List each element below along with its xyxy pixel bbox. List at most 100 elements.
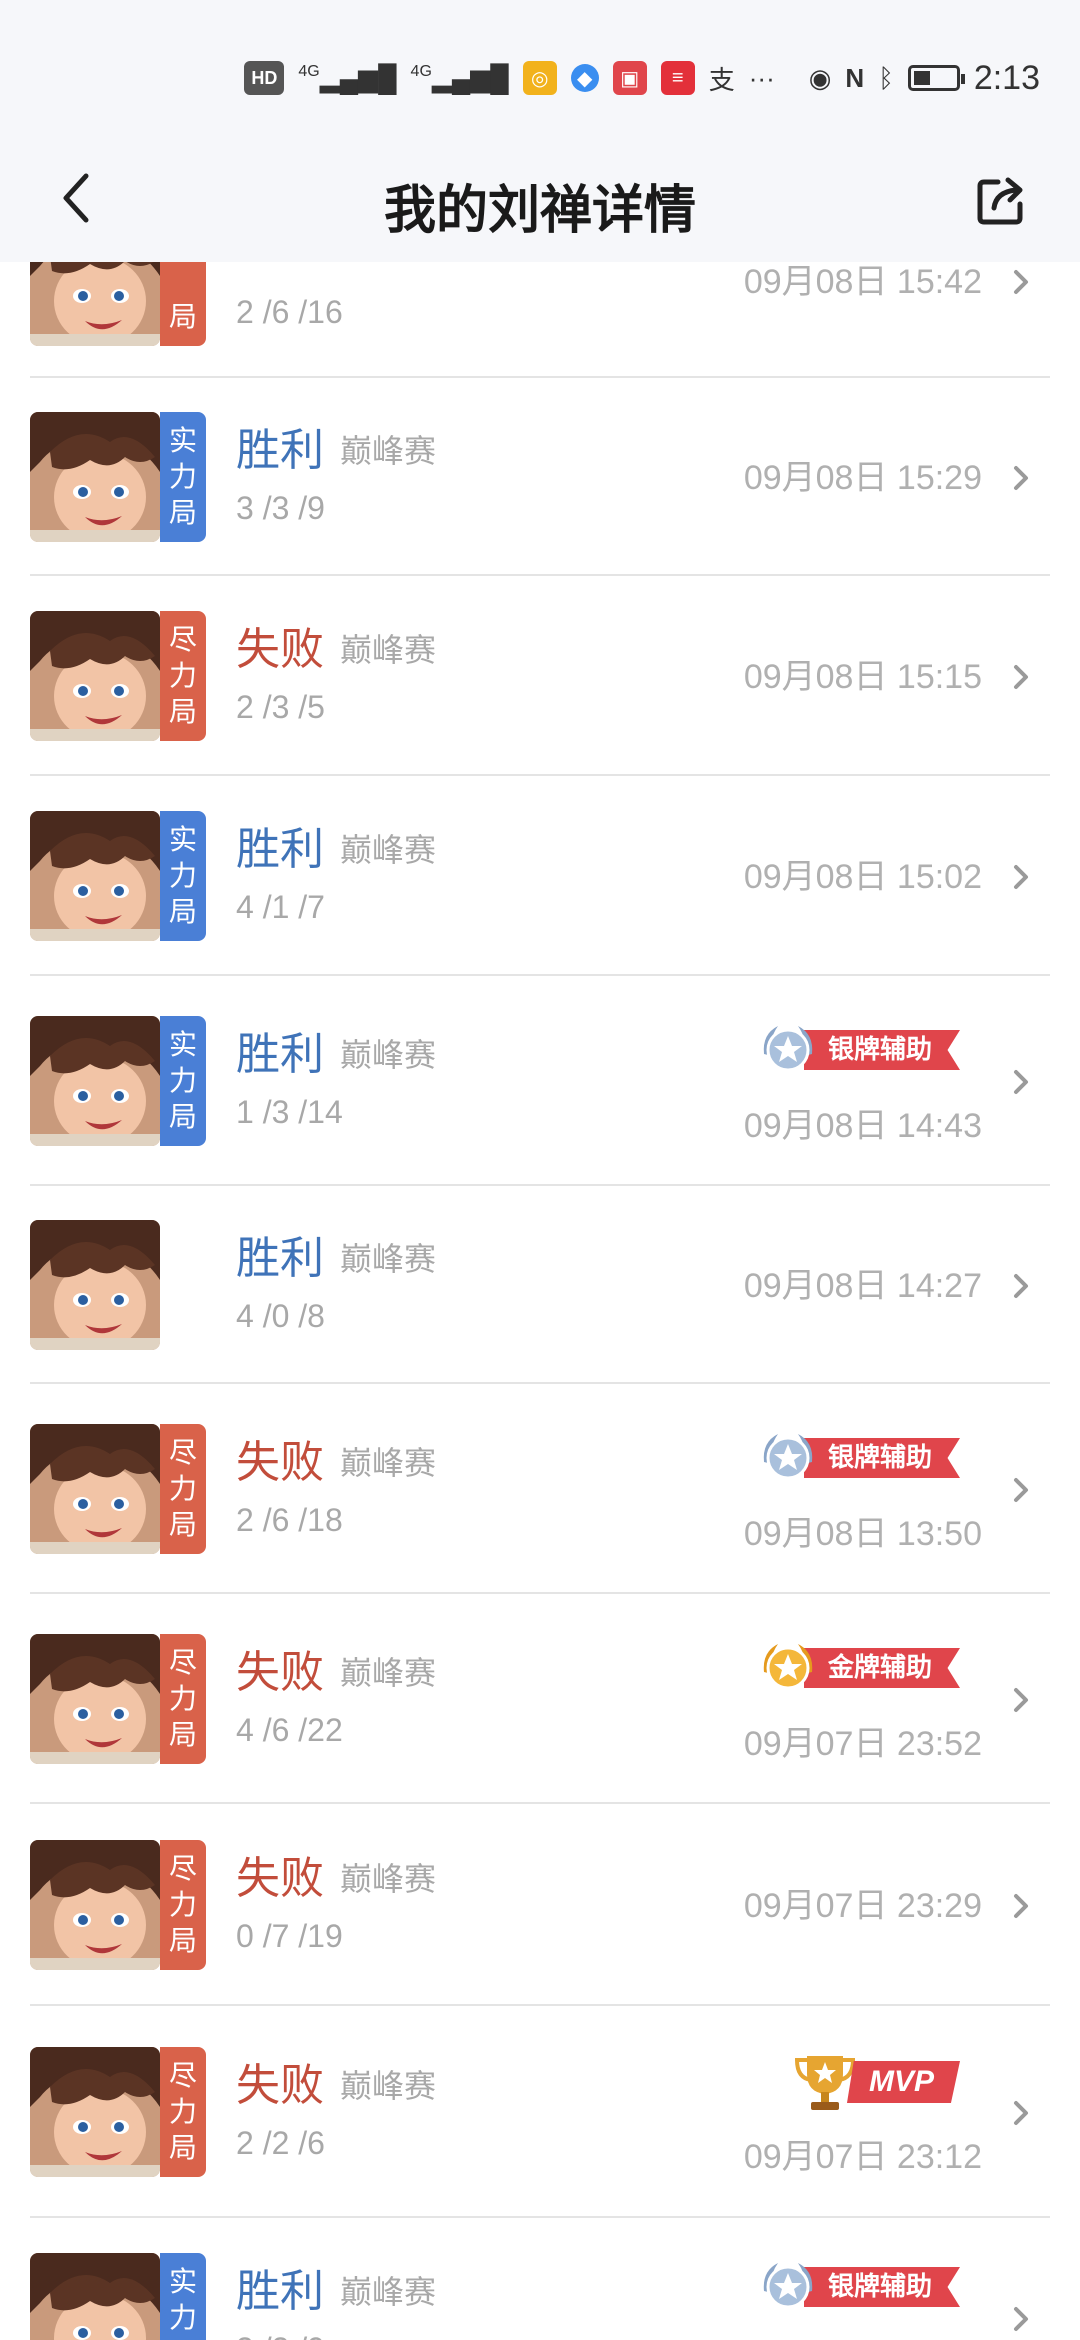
match-mode: 巅峰赛 [340, 2067, 437, 2105]
match-result: 失败 [236, 1437, 324, 1488]
match-kda: 3 /3 /9 [236, 2331, 325, 2340]
chevron-right-icon [1006, 2098, 1036, 2128]
status-time: 2:13 [973, 58, 1040, 97]
match-tag: 尽力局 [160, 2047, 206, 2177]
match-list-inner: 局2 /6 /16 09月08日 15:42 实力局胜利 巅峰赛 3 /3 /9 09月0… [0, 262, 1080, 2340]
match-tag: 尽力局 [160, 611, 206, 741]
match-result: 胜利 [236, 1029, 324, 1080]
medal-badge: 银牌辅助 [758, 2257, 960, 2317]
match-kda: 2 /2 /6 [236, 2125, 325, 2161]
medal-badge: 银牌辅助 [758, 1020, 960, 1080]
match-tag-char: 尽 [168, 2059, 197, 2092]
match-mode: 巅峰赛 [340, 1240, 437, 1278]
match-mode: 巅峰赛 [340, 1860, 437, 1898]
match-tag: 实力局 [160, 811, 206, 941]
trophy-icon [793, 2048, 857, 2116]
match-tag-char: 局 [168, 1100, 197, 1133]
hero-avatar [30, 811, 160, 941]
match-kda: 2 /3 /5 [236, 689, 325, 725]
match-datetime: 09月07日 23:12 [743, 2138, 982, 2176]
match-mode: 巅峰赛 [340, 1654, 437, 1692]
match-tag-char: 尽 [168, 1436, 197, 1469]
share-icon [977, 177, 1023, 225]
medal-label: 金牌辅助 [803, 1648, 960, 1688]
match-row[interactable]: 实力局胜利巅峰赛 3 /3 /9 09月07日 23:53 银牌辅助 [0, 2216, 1080, 2340]
match-tag-char: 实 [168, 424, 197, 457]
match-tag-char: 力 [168, 859, 197, 892]
match-mode: 巅峰赛 [340, 1444, 437, 1482]
chevron-right-icon [1006, 1891, 1036, 1921]
app-notification-icon-2: ◆ [570, 64, 599, 92]
match-kda: 4 /0 /8 [236, 1298, 325, 1334]
match-tag-char: 局 [168, 1718, 197, 1751]
silver-medal-icon [758, 1428, 818, 1488]
signal-4g-label-2: 4G [410, 62, 432, 80]
bluetooth-icon: ᛒ [878, 62, 894, 93]
match-tag: 尽力局 [160, 1840, 206, 1970]
hero-avatar [30, 1424, 160, 1554]
match-tag-char: 局 [169, 2336, 197, 2340]
match-row[interactable]: 实力局胜利 巅峰赛 3 /3 /9 09月08日 15:29 [0, 376, 1080, 576]
match-tag: 实力局 [160, 2253, 206, 2340]
match-kda: 4 /1 /7 [236, 889, 325, 925]
match-row[interactable]: 局 2 /6 /16 09月08日 15:42 [0, 262, 1080, 378]
medal-label: 银牌辅助 [803, 1438, 960, 1478]
chevron-right-icon [1006, 2304, 1036, 2334]
match-row[interactable]: 实力局胜利 巅峰赛 4 /1 /7 09月08日 15:02 [0, 774, 1080, 976]
match-row[interactable]: 尽力局失败 巅峰赛 2 /3 /5 09月08日 15:15 [0, 574, 1080, 776]
match-row[interactable]: 实力局胜利 巅峰赛 1 /3 /14 09月08日 14:43 银牌辅助 [0, 974, 1080, 1186]
medal-badge: 金牌辅助 [758, 1638, 960, 1698]
match-row[interactable]: 尽力局失败 巅峰赛 0 /7 /19 09月07日 23:29 [0, 1802, 1080, 2006]
eye-icon: ◉ [808, 62, 832, 93]
match-mode: 巅峰赛 [340, 1036, 437, 1074]
match-mode: 巅峰赛 [340, 831, 437, 869]
match-datetime: 09月07日 23:53 [744, 2335, 982, 2340]
signal-4g-icon: 4G▂▄▆█ [298, 62, 397, 93]
hero-avatar [30, 611, 160, 741]
status-bar: HD 4G▂▄▆█ 4G▂▄▆█ ◎ ◆ ▣ ≡ 支 ··· ◉ N ᛒ 2:1… [0, 0, 1080, 140]
match-row[interactable]: 尽力局失败 巅峰赛 4 /6 /22 09月07日 23:52 金牌辅助 [0, 1592, 1080, 1804]
more-icon: ··· [748, 62, 775, 93]
chevron-right-icon [1006, 463, 1036, 493]
signal-4g-icon-2: 4G▂▄▆█ [410, 62, 509, 93]
match-tag-char: 局 [168, 300, 197, 333]
match-tag-char: 力 [168, 1682, 197, 1715]
match-tag-char: 局 [168, 496, 197, 529]
match-tag-char: 局 [168, 1508, 197, 1541]
alipay-icon: 支 [708, 64, 735, 95]
match-result: 胜利 [236, 2266, 324, 2317]
match-tag-char: 局 [168, 695, 197, 728]
silver-medal-icon [758, 2257, 818, 2317]
match-datetime: 09月08日 15:29 [743, 459, 982, 497]
signal-4g-label: 4G [298, 62, 320, 80]
match-tag: 尽力局 [160, 1424, 206, 1554]
match-datetime: 09月07日 23:52 [743, 1725, 982, 1763]
match-list[interactable]: 局2 /6 /16 09月08日 15:42 实力局胜利 巅峰赛 3 /3 /9 09月0… [0, 262, 1080, 2340]
app-notification-icon-3: ▣ [612, 61, 647, 95]
match-tag-char: 局 [168, 2131, 197, 2164]
hero-avatar [30, 262, 160, 346]
app-notification-icon-4: ≡ [660, 61, 695, 95]
match-kda: 4 /6 /22 [236, 1712, 343, 1748]
match-mode: 巅峰赛 [340, 2273, 437, 2311]
match-datetime: 09月08日 15:02 [743, 858, 982, 896]
nfc-icon: N [845, 62, 865, 93]
match-row[interactable]: 尽力局失败 巅峰赛 2 /2 /6 09月07日 23:12 MVP [0, 2004, 1080, 2218]
hero-avatar [30, 2047, 160, 2177]
match-tag: 实力局 [160, 412, 206, 542]
match-tag-char: 尽 [168, 1852, 197, 1885]
medal-badge: 银牌辅助 [758, 1428, 960, 1488]
chevron-right-icon [1006, 862, 1036, 892]
match-result: 失败 [236, 1647, 324, 1698]
match-row[interactable]: 胜利 巅峰赛 4 /0 /8 09月08日 14:27 [0, 1184, 1080, 1384]
match-tag-char: 局 [168, 1924, 197, 1957]
match-row[interactable]: 尽力局失败 巅峰赛 2 /6 /18 09月08日 13:50 银牌辅助 [0, 1382, 1080, 1594]
chevron-right-icon [1006, 1685, 1036, 1715]
share-button[interactable] [972, 170, 1032, 230]
hd-label: HD [251, 67, 278, 88]
match-datetime: 09月08日 15:15 [743, 658, 982, 696]
silver-medal-icon [758, 1020, 818, 1080]
match-tag-char: 力 [168, 1888, 197, 1921]
match-tag-char: 尽 [168, 623, 197, 656]
page-title: 我的刘禅详情 [383, 181, 696, 241]
